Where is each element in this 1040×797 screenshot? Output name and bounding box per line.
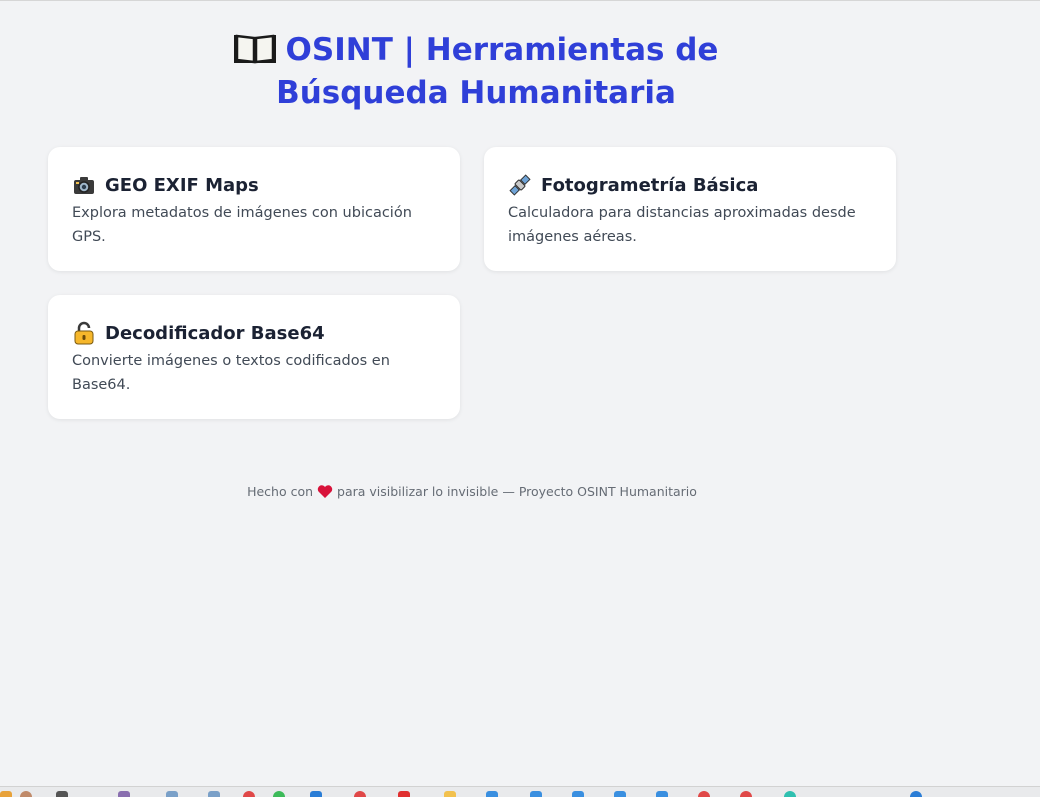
taskbar-app-icon[interactable] — [444, 791, 456, 797]
taskbar-app-icon[interactable] — [656, 791, 668, 797]
tool-card-title: Decodificador Base64 — [105, 322, 325, 344]
footer-text-after: para visibilizar lo invisible — Proyecto… — [337, 484, 697, 499]
taskbar-app-icon[interactable] — [698, 791, 710, 797]
taskbar-app-icon[interactable] — [118, 791, 130, 797]
taskbar-app-icon[interactable] — [910, 791, 922, 797]
tool-card-description: Explora metadatos de imágenes con ubicac… — [72, 205, 412, 245]
footer-text-before: Hecho con — [247, 484, 314, 499]
os-taskbar — [0, 786, 1040, 797]
taskbar-app-icon[interactable] — [354, 791, 366, 797]
page-title: OSINT | Herramientas de Búsqueda Humanit… — [146, 30, 806, 113]
taskbar-app-icon[interactable] — [56, 791, 68, 797]
taskbar-app-icon[interactable] — [398, 791, 410, 797]
tool-card-title: Fotogrametría Básica — [541, 174, 759, 196]
taskbar-app-icon[interactable] — [614, 791, 626, 797]
tool-card-title: GEO EXIF Maps — [105, 174, 259, 196]
tool-card-description: Convierte imágenes o textos codificados … — [72, 353, 390, 393]
heart-icon — [317, 484, 333, 502]
camera-icon — [72, 173, 96, 197]
page-title-text: OSINT | Herramientas de Búsqueda Humanit… — [276, 32, 719, 111]
taskbar-app-icon[interactable] — [784, 791, 796, 797]
page-footer: Hecho con para visibilizar lo invisible —… — [0, 484, 944, 502]
taskbar-app-icon[interactable] — [486, 791, 498, 797]
open-book-icon — [233, 30, 276, 74]
taskbar-app-icon[interactable] — [273, 791, 285, 797]
taskbar-app-icon[interactable] — [572, 791, 584, 797]
taskbar-app-icon[interactable] — [740, 791, 752, 797]
taskbar-app-icon[interactable] — [530, 791, 542, 797]
lock-icon — [72, 321, 96, 345]
taskbar-app-icon[interactable] — [243, 791, 255, 797]
taskbar-app-icon[interactable] — [20, 791, 32, 797]
taskbar-app-icon[interactable] — [208, 791, 220, 797]
tool-card-geo-exif-maps[interactable]: GEO EXIF Maps Explora metadatos de imáge… — [48, 147, 460, 271]
taskbar-app-icon[interactable] — [0, 791, 12, 797]
satellite-icon — [508, 173, 532, 197]
taskbar-app-icon[interactable] — [310, 791, 322, 797]
tool-card-description: Calculadora para distancias aproximadas … — [508, 205, 856, 245]
tool-card-fotogrametria[interactable]: Fotogrametría Básica Calculadora para di… — [484, 147, 896, 271]
tool-card-decodificador-base64[interactable]: Decodificador Base64 Convierte imágenes … — [48, 295, 460, 419]
taskbar-app-icon[interactable] — [166, 791, 178, 797]
